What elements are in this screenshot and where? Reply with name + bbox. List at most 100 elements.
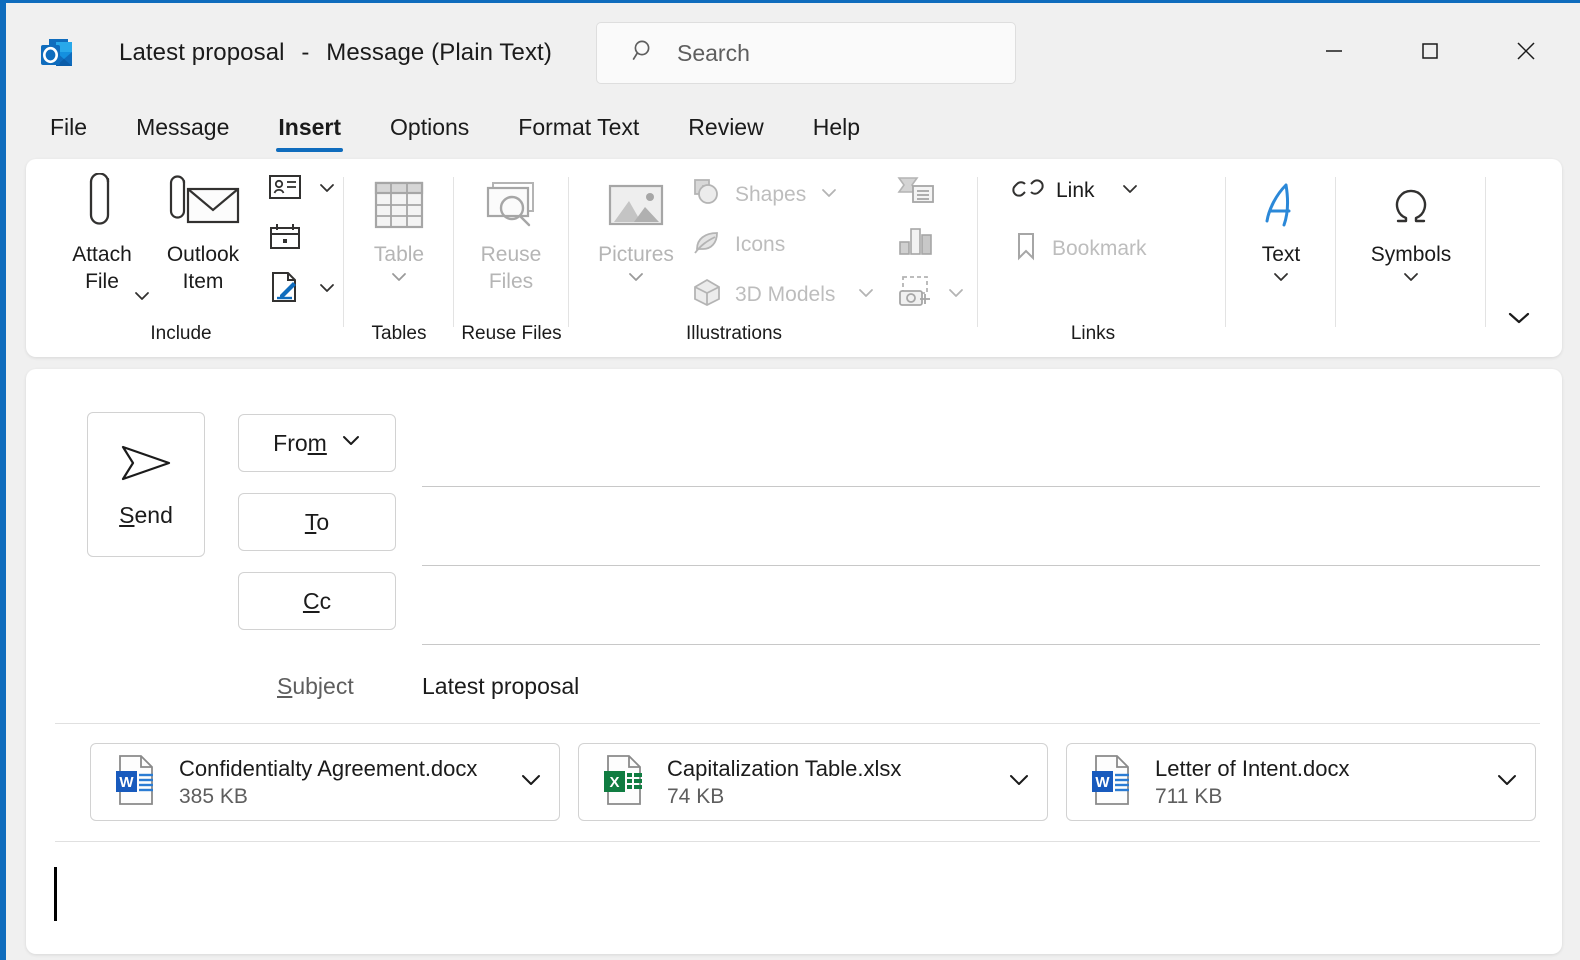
ribbon: Attach File Outlook Item Include Table T… bbox=[26, 159, 1562, 357]
ribbon-group-include: Attach File Outlook Item Include bbox=[36, 159, 344, 357]
bookmark-button[interactable]: Bookmark bbox=[1012, 231, 1147, 266]
group-label-tables: Tables bbox=[371, 323, 427, 344]
from-button[interactable]: From bbox=[238, 414, 396, 472]
cc-button[interactable]: Cc bbox=[238, 572, 396, 630]
screenshot-chevron-down-icon[interactable] bbox=[947, 286, 965, 304]
text-chevron-down-icon[interactable] bbox=[1272, 270, 1290, 288]
from-input[interactable] bbox=[422, 414, 1540, 472]
ribbon-group-tables: Table Tables bbox=[344, 159, 454, 357]
attachment-filename: Capitalization Table.xlsx bbox=[667, 755, 902, 781]
signature-chevron-down-icon[interactable] bbox=[318, 281, 336, 299]
attachment-chevron-down-icon[interactable] bbox=[1495, 772, 1519, 792]
calendar-icon bbox=[268, 222, 302, 257]
icons-icon bbox=[691, 227, 723, 262]
attachment-chip[interactable]: X Capitalization Table.xlsx 74 KB bbox=[578, 743, 1048, 821]
cc-input[interactable] bbox=[422, 572, 1540, 630]
shapes-button[interactable]: Shapes bbox=[691, 177, 838, 212]
pictures-button[interactable]: Pictures bbox=[583, 173, 689, 288]
send-label: Send bbox=[119, 501, 173, 528]
send-arrow-icon bbox=[115, 441, 177, 490]
from-chevron-down-icon[interactable] bbox=[341, 434, 361, 452]
attachment-chevron-down-icon[interactable] bbox=[519, 772, 543, 792]
tab-options[interactable]: Options bbox=[388, 110, 471, 151]
calendar-button[interactable] bbox=[268, 222, 302, 257]
attachment-filename: Confidentialty Agreement.docx bbox=[179, 755, 478, 781]
window-title-separator: - bbox=[301, 39, 310, 66]
attachment-chip[interactable]: W Letter of Intent.docx 711 KB bbox=[1066, 743, 1536, 821]
search-input[interactable]: Search bbox=[596, 22, 1016, 84]
chart-button[interactable] bbox=[897, 225, 935, 262]
bookmark-label: Bookmark bbox=[1052, 236, 1147, 260]
shapes-icon bbox=[691, 177, 723, 212]
svg-text:W: W bbox=[119, 774, 134, 791]
attachment-chip[interactable]: W Confidentialty Agreement.docx 385 KB bbox=[90, 743, 560, 821]
screenshot-icon bbox=[897, 275, 935, 314]
attach-file-button[interactable]: Attach File bbox=[56, 173, 148, 295]
maximize-button[interactable] bbox=[1402, 25, 1458, 81]
attachment-meta: Confidentialty Agreement.docx 385 KB bbox=[179, 755, 509, 810]
table-chevron-down-icon[interactable] bbox=[390, 270, 408, 288]
business-card-button[interactable] bbox=[268, 173, 336, 206]
table-button[interactable]: Table bbox=[353, 173, 445, 288]
search-icon bbox=[631, 38, 657, 69]
shapes-label: Shapes bbox=[735, 182, 807, 206]
subject-input[interactable]: Latest proposal bbox=[422, 673, 579, 700]
3d-models-chevron-down-icon[interactable] bbox=[857, 286, 875, 304]
pictures-chevron-down-icon[interactable] bbox=[627, 270, 645, 288]
tab-insert[interactable]: Insert bbox=[276, 110, 343, 152]
message-body-input[interactable] bbox=[54, 851, 1544, 954]
outlook-compose-window: Latest proposal - Message (Plain Text) S… bbox=[0, 0, 1580, 960]
to-underline bbox=[422, 565, 1540, 566]
reuse-files-button[interactable]: Reuse Files bbox=[465, 173, 557, 295]
attachment-filesize: 711 KB bbox=[1155, 784, 1223, 808]
group-label-illustrations: Illustrations bbox=[685, 323, 783, 344]
to-label: To bbox=[304, 508, 330, 535]
close-button[interactable] bbox=[1498, 25, 1554, 81]
text-cursor bbox=[54, 867, 57, 921]
table-label: Table bbox=[373, 243, 425, 266]
ribbon-collapse-button[interactable] bbox=[1502, 303, 1536, 337]
tab-help[interactable]: Help bbox=[811, 110, 862, 151]
title-bar: Latest proposal - Message (Plain Text) S… bbox=[6, 3, 1580, 101]
window-title-subject: Latest proposal bbox=[119, 39, 285, 66]
text-label: Text bbox=[1261, 243, 1301, 266]
svg-text:X: X bbox=[609, 774, 619, 791]
group-label-reuse-files: Reuse Files bbox=[461, 323, 562, 344]
symbols-button[interactable]: Symbols bbox=[1356, 173, 1466, 288]
smartart-button[interactable] bbox=[897, 174, 935, 211]
business-card-chevron-down-icon[interactable] bbox=[318, 181, 336, 199]
word-file-icon: W bbox=[1087, 753, 1137, 812]
symbols-label: Symbols bbox=[1370, 243, 1452, 266]
ribbon-group-text: Text bbox=[1226, 159, 1336, 357]
attachment-chevron-down-icon[interactable] bbox=[1007, 772, 1031, 792]
symbols-chevron-down-icon[interactable] bbox=[1402, 270, 1420, 288]
maximize-icon bbox=[1419, 40, 1441, 67]
link-icon bbox=[1012, 175, 1044, 206]
reuse-files-label: Reuse Files bbox=[480, 243, 542, 293]
signature-button[interactable] bbox=[268, 271, 336, 308]
from-label: From bbox=[273, 429, 327, 456]
table-icon bbox=[370, 173, 428, 235]
tab-message[interactable]: Message bbox=[134, 110, 231, 151]
attachments-divider-top bbox=[55, 723, 1540, 724]
pictures-label: Pictures bbox=[598, 243, 674, 266]
icons-button[interactable]: Icons bbox=[691, 227, 785, 262]
pictures-icon bbox=[605, 173, 667, 235]
tab-format-text[interactable]: Format Text bbox=[516, 110, 641, 151]
text-a-icon bbox=[1256, 173, 1306, 235]
outlook-item-label: Outlook Item bbox=[166, 243, 240, 293]
text-button[interactable]: Text bbox=[1235, 173, 1327, 288]
outlook-item-button[interactable]: Outlook Item bbox=[148, 173, 258, 295]
tab-review[interactable]: Review bbox=[686, 110, 765, 151]
send-button[interactable]: Send bbox=[87, 412, 205, 557]
link-button[interactable]: Link bbox=[1012, 175, 1139, 206]
link-chevron-down-icon[interactable] bbox=[1121, 182, 1139, 200]
to-input[interactable] bbox=[422, 493, 1540, 551]
3d-models-button[interactable]: 3D Models bbox=[691, 277, 875, 312]
screenshot-button[interactable] bbox=[897, 275, 965, 314]
to-button[interactable]: To bbox=[238, 493, 396, 551]
shapes-chevron-down-icon[interactable] bbox=[820, 186, 838, 204]
tab-file[interactable]: File bbox=[48, 110, 89, 151]
minimize-button[interactable] bbox=[1306, 25, 1362, 81]
attach-file-label: Attach File bbox=[72, 243, 132, 293]
